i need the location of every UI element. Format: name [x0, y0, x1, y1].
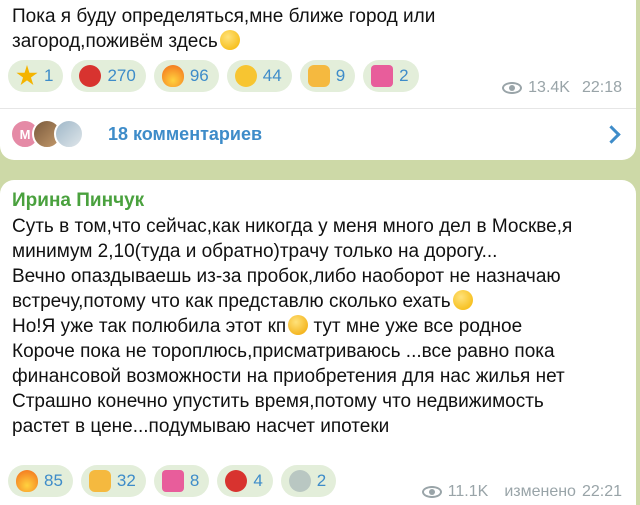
reactions-bar: 1 270 96 44 9 2	[8, 60, 419, 92]
views-count: 13.4K	[528, 79, 570, 96]
heart-fire-icon	[225, 470, 248, 492]
commenter-avatars: М	[10, 119, 84, 149]
thumbs-up-icon	[307, 65, 330, 87]
heart-eyes-icon	[234, 65, 257, 87]
message-time: 22:21	[581, 483, 622, 500]
avatar	[54, 119, 84, 149]
message-bubble: Пока я буду определяться,мне ближе город…	[0, 0, 636, 160]
dove-icon	[288, 470, 311, 492]
views-count: 11.1K	[447, 483, 489, 500]
message-bubble: Ирина Пинчук Суть в том,что сейчас,как н…	[0, 180, 636, 505]
chevron-right-icon	[602, 124, 621, 144]
reaction-heart-gift[interactable]: 2	[363, 60, 419, 92]
crying-emoji-icon	[288, 315, 309, 335]
message-time: 22:18	[581, 79, 622, 96]
reaction-thumbs-up[interactable]: 32	[80, 465, 146, 497]
fire-icon	[16, 470, 38, 492]
reaction-fire[interactable]: 85	[8, 465, 73, 497]
heart-gift-icon	[371, 65, 394, 87]
heart-gift-icon	[161, 470, 184, 492]
reaction-heart-fire[interactable]: 4	[217, 465, 273, 497]
reaction-star[interactable]: 1	[8, 60, 64, 92]
reaction-heart-gift[interactable]: 8	[153, 465, 210, 497]
reactions-bar: 85 32 8 4 2	[8, 465, 337, 497]
eye-icon	[502, 82, 523, 94]
thumbs-up-icon	[88, 470, 111, 492]
wink-emoji-icon	[452, 290, 473, 310]
reaction-heart-eyes[interactable]: 44	[226, 60, 292, 92]
message-text: Пока я буду определяться,мне ближе город…	[12, 6, 436, 52]
star-icon	[16, 65, 38, 86]
reaction-heart-fire[interactable]: 270	[71, 60, 146, 92]
heart-fire-icon	[79, 65, 102, 87]
comments-link[interactable]: М 18 комментариев	[10, 116, 626, 152]
message-text: Суть в том,что сейчас,как никогда у меня…	[12, 216, 573, 437]
reaction-dove[interactable]: 2	[280, 465, 337, 497]
author-name[interactable]: Ирина Пинчук	[12, 190, 144, 212]
divider	[0, 108, 636, 109]
comments-count-label: 18 комментариев	[108, 123, 263, 144]
message-meta: 11.1K изменено 22:21	[421, 483, 622, 501]
edited-label: изменено	[504, 483, 576, 500]
message-meta: 13.4K 22:18	[502, 79, 622, 97]
reaction-fire[interactable]: 96	[153, 60, 219, 92]
fire-icon	[161, 65, 184, 87]
hug-emoji-icon	[219, 30, 240, 50]
reaction-thumbs-up[interactable]: 9	[299, 60, 356, 92]
eye-icon	[421, 486, 442, 498]
